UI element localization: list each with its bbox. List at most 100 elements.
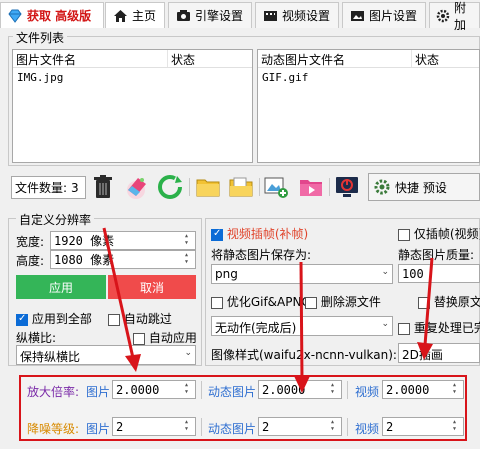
video-interp-label: 视频插帧(补帧) (226, 227, 309, 241)
refresh-button[interactable] (155, 172, 185, 202)
tab-home[interactable]: 主页 (105, 2, 165, 28)
add-image-button[interactable] (262, 172, 292, 202)
save-as-label: 将静态图片保存为: (211, 248, 312, 262)
scale-animated-input[interactable]: 2.0000 ▲ ▼ (258, 380, 342, 399)
shortcut-preset-button[interactable]: 快捷 预设 (368, 173, 480, 201)
animated-file-list[interactable]: 动态图片文件名 状态 GIF.gif (257, 49, 480, 163)
apply-all-checkbox[interactable]: 应用到全部 (16, 310, 92, 327)
scale-video-input[interactable]: 2.0000 ▲ ▼ (382, 380, 464, 399)
checkbox[interactable] (398, 322, 410, 335)
tab-engine-settings[interactable]: 引擎设置 (168, 2, 252, 28)
spin-arrows-icon[interactable]: ▲ ▼ (453, 382, 462, 397)
aspect-ratio-value: 保持纵横比 (20, 350, 81, 364)
scale-image-label: 图片 (86, 385, 111, 399)
column-header-status[interactable]: 状态 (412, 50, 479, 67)
tab-image-settings[interactable]: 图片设置 (342, 2, 426, 28)
spin-arrows-icon[interactable]: ▲ ▼ (185, 382, 194, 397)
list-item[interactable]: IMG.jpg (13, 68, 252, 87)
save-format-select[interactable]: png ⌄ (211, 264, 393, 284)
only-interp-label: 仅插帧(视频) (413, 227, 480, 241)
spin-arrows-icon[interactable]: ▲ ▼ (453, 419, 462, 434)
height-value: 1080 像素 (54, 253, 115, 267)
custom-resolution-legend: 自定义分辨率 (16, 211, 95, 228)
denoise-video-input[interactable]: 2 ▲ ▼ (382, 417, 464, 436)
replace-original-label: 替换原文 (433, 295, 480, 309)
panel-divider (347, 418, 348, 436)
checkbox[interactable] (211, 296, 223, 309)
optimize-gif-checkbox[interactable]: 优化Gif&APNG (211, 293, 311, 310)
tab-label: 主页 (132, 9, 157, 23)
cancel-button[interactable]: 取消 (108, 275, 196, 299)
checkbox[interactable] (133, 332, 145, 345)
tab-label: 视频设置 (282, 9, 331, 23)
width-input[interactable]: 1920 像素 ▲ ▼ (50, 231, 196, 250)
spin-arrows-icon[interactable]: ▲ ▼ (185, 233, 194, 248)
tab-get-premium[interactable]: 获取 高级版 (0, 2, 104, 28)
denoise-image-input[interactable]: 2 ▲ ▼ (112, 417, 196, 436)
denoise-video-value: 2 (386, 419, 394, 434)
width-label: 宽度: (16, 235, 45, 249)
reprocess-checkbox[interactable]: 重复处理已完 (398, 319, 480, 336)
spin-arrows-icon[interactable]: ▲ ▼ (331, 382, 340, 397)
tab-extra[interactable]: 附加 (429, 1, 480, 32)
checkbox-checked[interactable] (211, 228, 223, 241)
replace-original-checkbox[interactable]: 替换原文 (418, 293, 480, 310)
height-label: 高度: (16, 254, 45, 268)
gear-icon (436, 8, 450, 24)
apply-button[interactable]: 应用 (16, 275, 106, 299)
reprocess-label: 重复处理已完 (413, 321, 480, 335)
tab-bar: 获取 高级版 主页 引擎设置 视频设置 图片设置 附加 (0, 0, 480, 32)
scale-image-value: 2.0000 (116, 382, 160, 397)
aspect-ratio-label: 纵横比: (16, 331, 57, 345)
folder-icon (196, 179, 220, 197)
optimize-gif-label: 优化Gif&APNG (226, 295, 311, 309)
denoise-animated-input[interactable]: 2 ▲ ▼ (258, 417, 342, 436)
scale-label: 放大倍率: (27, 385, 80, 399)
checkbox[interactable] (398, 228, 410, 241)
list-item[interactable]: GIF.gif (258, 68, 479, 87)
panel-divider (201, 418, 202, 436)
quality-label: 静态图片质量: (398, 248, 475, 262)
only-interp-checkbox[interactable]: 仅插帧(视频) (398, 225, 480, 242)
open-file-button[interactable] (226, 172, 256, 202)
checkbox[interactable] (108, 313, 120, 326)
toolbar-divider (329, 178, 330, 196)
column-header-filename[interactable]: 动态图片文件名 (258, 50, 412, 67)
checkbox-checked[interactable] (16, 313, 28, 326)
image-file-list[interactable]: 图片文件名 状态 IMG.jpg (12, 49, 253, 163)
tab-video-settings[interactable]: 视频设置 (255, 2, 339, 28)
after-finish-select[interactable]: 无动作(完成后) ⌄ (211, 316, 393, 336)
shortcut-preset-label: 快捷 预设 (395, 180, 447, 195)
engine-icon (175, 8, 191, 24)
column-header-status[interactable]: 状态 (168, 50, 252, 67)
delete-file-button[interactable] (89, 172, 119, 202)
film-icon (262, 8, 278, 24)
file-list-legend: 文件列表 (13, 29, 68, 46)
auto-skip-checkbox[interactable]: 自动跳过 (108, 310, 172, 327)
aspect-ratio-select[interactable]: 保持纵横比 ⌄ (16, 345, 196, 365)
power-button[interactable] (332, 172, 362, 202)
clear-list-button[interactable] (121, 172, 151, 202)
spin-arrows-icon[interactable]: ▲ ▼ (185, 419, 194, 434)
scale-image-input[interactable]: 2.0000 ▲ ▼ (112, 380, 196, 399)
tab-label: 获取 高级版 (27, 9, 92, 23)
spin-arrows-icon[interactable]: ▲ ▼ (185, 252, 194, 267)
open-folder-button[interactable] (193, 172, 223, 202)
home-icon (112, 8, 128, 24)
video-interp-checkbox[interactable]: 视频插帧(补帧) (211, 225, 308, 242)
column-header-filename[interactable]: 图片文件名 (13, 50, 168, 67)
video-folder-icon (300, 180, 322, 196)
add-video-button[interactable] (296, 172, 326, 202)
checkbox[interactable] (418, 296, 430, 309)
quality-input[interactable]: 100 (398, 264, 480, 283)
tab-label: 引擎设置 (195, 9, 244, 23)
denoise-image-value: 2 (116, 419, 124, 434)
height-input[interactable]: 1080 像素 ▲ ▼ (50, 250, 196, 269)
auto-apply-label: 自动应用 (148, 331, 197, 345)
image-style-select[interactable]: 2D插画 (398, 343, 480, 363)
spin-arrows-icon[interactable]: ▲ ▼ (331, 419, 340, 434)
checkbox[interactable] (305, 296, 317, 309)
delete-source-checkbox[interactable]: 删除源文件 (305, 293, 381, 310)
auto-apply-checkbox[interactable]: 自动应用 (133, 329, 197, 346)
gear-icon (373, 178, 391, 196)
